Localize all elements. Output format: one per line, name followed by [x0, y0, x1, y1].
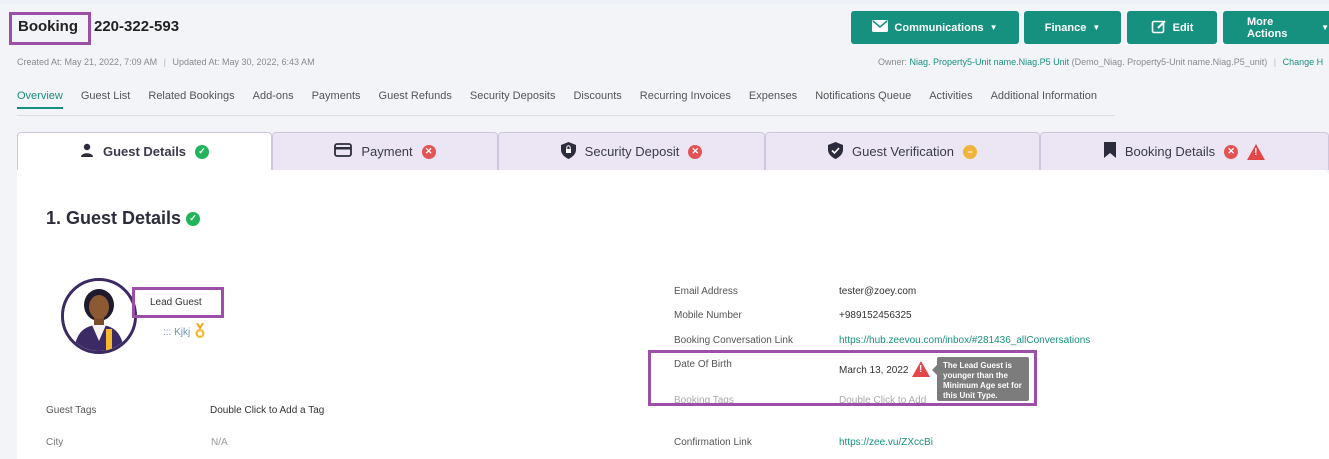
more-actions-label: More Actions	[1247, 15, 1288, 40]
caret-down-icon: ▼	[1321, 23, 1329, 32]
shield-check-icon	[828, 141, 844, 162]
tab-security-deposits[interactable]: Security Deposits	[470, 90, 556, 109]
tab-notifications-queue[interactable]: Notifications Queue	[815, 90, 911, 109]
step-booking-details[interactable]: Booking Details ✕	[1040, 132, 1329, 170]
tab-add-ons[interactable]: Add-ons	[253, 90, 294, 109]
credit-card-icon	[334, 143, 353, 160]
tab-expenses[interactable]: Expenses	[749, 90, 797, 109]
tab-guest-list[interactable]: Guest List	[81, 90, 131, 109]
mobile-value: +989152456325	[839, 310, 912, 321]
owner-link[interactable]: Niag. Property5-Unit name.Niag.P5 Unit	[910, 57, 1070, 67]
lead-guest-label: Lead Guest	[150, 297, 202, 308]
tab-discounts[interactable]: Discounts	[573, 90, 621, 109]
error-circle-icon: ✕	[1224, 144, 1239, 159]
highlight-booking	[9, 12, 91, 45]
guest-tags-value[interactable]: Double Click to Add a Tag	[210, 405, 324, 416]
step-payment-label: Payment	[361, 144, 413, 159]
timestamps: Created At: May 21, 2022, 7:09 AM | Upda…	[17, 57, 315, 67]
city-value: N/A	[211, 437, 228, 448]
step-booking-details-label: Booking Details	[1124, 144, 1216, 159]
guest-name[interactable]: ::: Kjkj	[163, 322, 206, 342]
more-actions-button[interactable]: More Actions ▼	[1223, 11, 1329, 44]
edit-icon	[1151, 18, 1167, 37]
step-payment[interactable]: Payment ✕	[272, 132, 498, 170]
step-guest-details-label: Guest Details	[102, 144, 187, 159]
communications-label: Communications	[894, 21, 984, 34]
tab-activities[interactable]: Activities	[929, 90, 972, 109]
mobile-label: Mobile Number	[674, 310, 742, 321]
tab-payments[interactable]: Payments	[312, 90, 361, 109]
tab-related-bookings[interactable]: Related Bookings	[148, 90, 234, 109]
error-circle-icon: ✕	[688, 144, 703, 159]
tab-overview[interactable]: Overview	[17, 90, 63, 109]
avatar	[61, 278, 137, 354]
conversation-link-label: Booking Conversation Link	[674, 335, 793, 346]
medal-icon	[194, 322, 206, 342]
pending-circle-icon: −	[962, 144, 977, 159]
warning-triangle-icon	[1247, 143, 1266, 160]
edit-button[interactable]: Edit	[1127, 11, 1217, 44]
owner-prefix: Owner:	[878, 57, 908, 67]
updated-at: Updated At: May 30, 2022, 6:43 AM	[172, 57, 315, 67]
tab-recurring-invoices[interactable]: Recurring Invoices	[640, 90, 731, 109]
created-at: Created At: May 21, 2022, 7:09 AM	[17, 57, 158, 67]
step-security-deposit-label: Security Deposit	[584, 144, 680, 159]
communications-button[interactable]: Communications ▼	[851, 11, 1019, 44]
user-icon	[80, 143, 94, 160]
confirmation-link[interactable]: https://zee.vu/ZXccBi	[839, 437, 933, 448]
step-guest-verification[interactable]: Guest Verification −	[765, 132, 1040, 170]
shield-lock-icon	[560, 141, 576, 162]
highlight-dob	[648, 350, 1037, 406]
guest-tags-label: Guest Tags	[46, 405, 97, 416]
step-guest-verification-label: Guest Verification	[852, 144, 954, 159]
error-circle-icon: ✕	[421, 144, 436, 159]
conversation-link[interactable]: https://hub.zeevou.com/inbox/#281436_all…	[839, 335, 1090, 346]
step-guest-details[interactable]: Guest Details ✓	[17, 132, 272, 170]
caret-down-icon: ▼	[989, 23, 998, 32]
tab-additional-information[interactable]: Additional Information	[991, 90, 1097, 109]
check-circle-icon: ✓	[186, 211, 201, 226]
booking-subnav: Overview Guest List Related Bookings Add…	[17, 90, 1115, 116]
confirmation-link-label: Confirmation Link	[674, 437, 752, 448]
guest-name-text: ::: Kjkj	[163, 327, 191, 338]
tab-guest-refunds[interactable]: Guest Refunds	[379, 90, 452, 109]
bookmark-icon	[1103, 142, 1116, 161]
finance-button[interactable]: Finance ▼	[1024, 11, 1121, 44]
caret-down-icon: ▼	[1092, 23, 1101, 32]
check-circle-icon: ✓	[195, 144, 210, 159]
email-value: tester@zoey.com	[839, 286, 917, 297]
step-security-deposit[interactable]: Security Deposit ✕	[498, 132, 765, 170]
finance-label: Finance	[1044, 21, 1087, 34]
booking-number: 220-322-593	[94, 18, 180, 35]
top-strip	[0, 0, 1329, 4]
city-label: City	[46, 437, 64, 448]
owner-info: Owner: Niag. Property5-Unit name.Niag.P5…	[878, 57, 1324, 67]
owner-unit: (Demo_Niag. Property5-Unit name.Niag.P5_…	[1071, 57, 1268, 67]
envelope-icon	[872, 20, 889, 35]
section-title: 1. Guest Details ✓	[46, 208, 201, 229]
change-owner-link[interactable]: Change H	[1283, 57, 1324, 67]
email-label: Email Address	[674, 286, 738, 297]
section-title-text: 1. Guest Details	[46, 208, 182, 228]
step-tabs: Guest Details ✓ Payment ✕ Security Depos…	[17, 132, 1329, 170]
edit-label: Edit	[1172, 21, 1194, 34]
